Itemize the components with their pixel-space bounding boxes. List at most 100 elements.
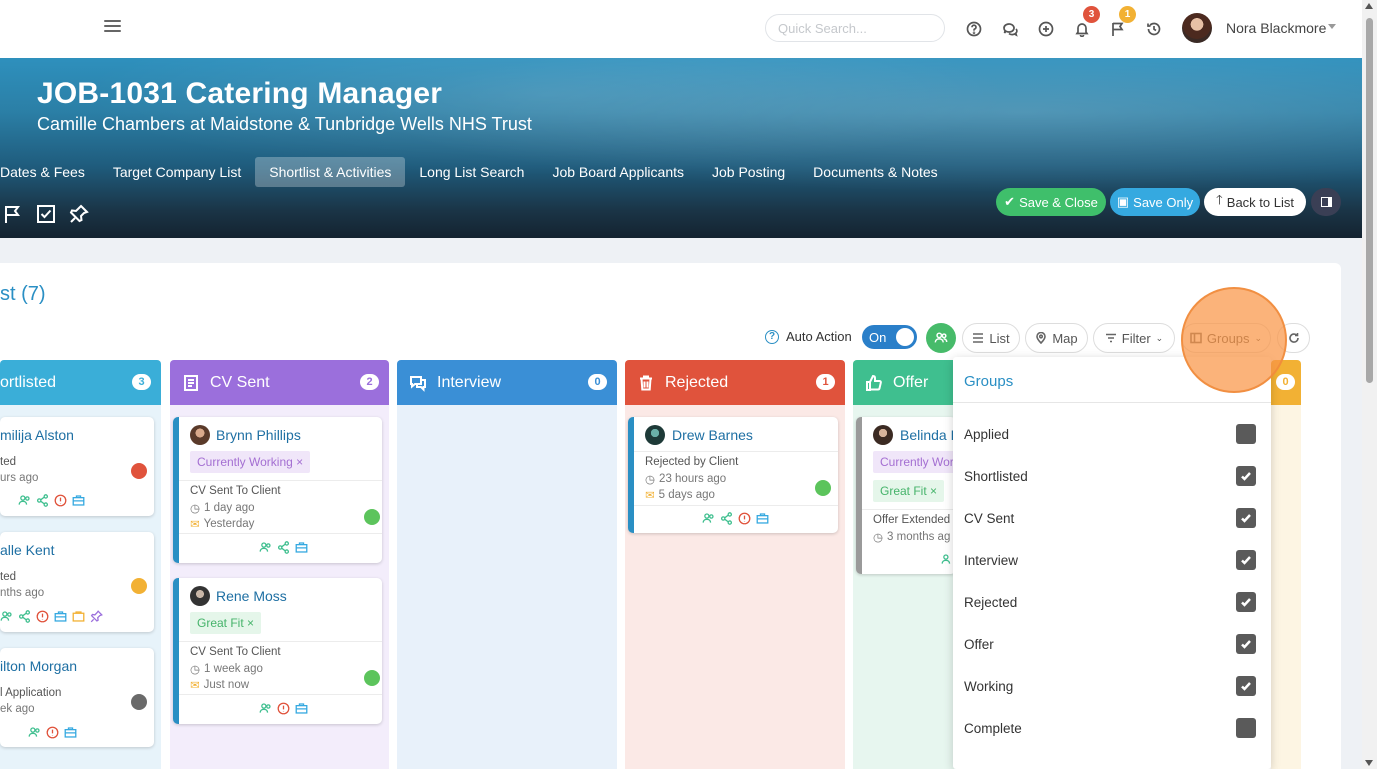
pin-icon[interactable] [90, 610, 103, 623]
group-checkbox[interactable] [1236, 634, 1256, 654]
refresh-button[interactable] [1277, 323, 1310, 353]
users-icon[interactable] [28, 726, 41, 739]
history-icon[interactable] [1145, 20, 1163, 38]
map-view-button[interactable]: Map [1025, 323, 1088, 353]
tag-chip[interactable]: Currently Working × [190, 451, 311, 473]
candidate-card[interactable]: Drew Barnes Rejected by Client ◷ 23 hours… [628, 417, 838, 533]
briefcase-icon[interactable] [54, 610, 67, 623]
candidate-name[interactable]: Brynn Phillips [216, 427, 301, 443]
column-header[interactable]: Offer [853, 360, 963, 405]
candidate-card[interactable]: Brynn Phillips Currently Working × CV Se… [173, 417, 382, 563]
column-header[interactable]: Interview 0 [397, 360, 617, 405]
group-item-cv-sent[interactable]: CV Sent [964, 508, 1256, 530]
column-header[interactable]: CV Sent 2 [170, 360, 389, 405]
share-icon[interactable] [720, 512, 733, 525]
close-icon[interactable]: × [247, 616, 254, 630]
chat-icon[interactable] [1001, 20, 1019, 38]
alert-icon[interactable] [277, 702, 290, 715]
group-checkbox[interactable] [1236, 718, 1256, 738]
briefcase-icon[interactable] [295, 702, 308, 715]
group-item-offer[interactable]: Offer [964, 634, 1256, 656]
save-close-button[interactable]: ✔ Save & Close [996, 188, 1106, 216]
tab-dates-fees[interactable]: Dates & Fees [0, 157, 99, 187]
user-name-menu[interactable]: Nora Blackmore [1226, 20, 1326, 36]
scrollbar-thumb[interactable] [1366, 18, 1373, 383]
filter-button[interactable]: Filter ⌄ [1093, 323, 1175, 353]
candidate-name[interactable]: Rene Moss [216, 588, 287, 604]
group-checkbox[interactable] [1236, 592, 1256, 612]
candidate-name[interactable]: Belinda F [900, 427, 956, 443]
list-view-button[interactable]: List [962, 323, 1020, 353]
alert-icon[interactable] [36, 610, 49, 623]
tag-chip[interactable]: Great Fit × [873, 480, 945, 502]
group-item-shortlisted[interactable]: Shortlisted [964, 466, 1256, 488]
candidate-name[interactable]: milija Alston [0, 427, 74, 443]
save-only-button[interactable]: ▣ Save Only [1110, 188, 1200, 216]
group-checkbox[interactable] [1236, 508, 1256, 528]
alert-icon[interactable] [54, 494, 67, 507]
candidate-card[interactable]: Belinda F Currently Wor Great Fit × Offe… [856, 417, 956, 574]
chevron-down-icon[interactable] [1328, 24, 1336, 29]
candidate-name[interactable]: alle Kent [0, 542, 54, 558]
users-icon[interactable] [0, 610, 13, 623]
pin-icon[interactable] [69, 204, 89, 224]
users-icon[interactable] [702, 512, 715, 525]
users-icon[interactable] [259, 541, 272, 554]
tab-job-posting[interactable]: Job Posting [698, 157, 799, 187]
users-icon[interactable] [259, 702, 272, 715]
briefcase-icon[interactable] [295, 541, 308, 554]
column-header[interactable]: Rejected 1 [625, 360, 845, 405]
candidate-card[interactable]: milija Alston ted urs ago [0, 417, 154, 516]
users-icon[interactable] [18, 494, 31, 507]
tab-target-company-list[interactable]: Target Company List [99, 157, 255, 187]
alert-icon[interactable] [738, 512, 751, 525]
tag-chip[interactable]: Great Fit × [190, 612, 262, 634]
auto-action-toggle[interactable]: On [862, 325, 917, 349]
group-item-interview[interactable]: Interview [964, 550, 1256, 572]
flag-icon[interactable]: 1 [1109, 6, 1136, 38]
group-checkbox[interactable] [1236, 424, 1256, 444]
user-avatar[interactable] [1182, 13, 1212, 43]
group-checkbox[interactable] [1236, 466, 1256, 486]
candidate-card[interactable]: alle Kent ted nths ago [0, 532, 154, 632]
quick-search-input[interactable] [765, 14, 945, 42]
checkbox-checked-icon[interactable] [36, 204, 56, 224]
share-icon[interactable] [36, 494, 49, 507]
tab-documents-notes[interactable]: Documents & Notes [799, 157, 952, 187]
candidate-card[interactable]: Rene Moss Great Fit × CV Sent To Client … [173, 578, 382, 724]
close-icon[interactable]: × [930, 484, 937, 498]
candidate-name[interactable]: ilton Morgan [0, 658, 77, 674]
hamburger-menu-icon[interactable] [104, 20, 121, 34]
briefcase-icon[interactable] [72, 494, 85, 507]
share-icon[interactable] [18, 610, 31, 623]
alert-icon[interactable] [46, 726, 59, 739]
share-icon[interactable] [277, 541, 290, 554]
page-scrollbar[interactable] [1362, 0, 1377, 769]
group-checkbox[interactable] [1236, 676, 1256, 696]
group-item-applied[interactable]: Applied [964, 424, 1256, 446]
tab-shortlist-activities[interactable]: Shortlist & Activities [255, 157, 406, 187]
column-header[interactable]: ortlisted 3 [0, 360, 161, 405]
tag-chip[interactable]: Currently Wor [873, 451, 956, 473]
help-circle-icon[interactable]: ? [765, 330, 779, 344]
tab-long-list-search[interactable]: Long List Search [405, 157, 538, 187]
group-checkbox[interactable] [1236, 550, 1256, 570]
candidate-card[interactable]: ilton Morgan l Application ek ago [0, 648, 154, 747]
column-header[interactable]: 0 [1271, 360, 1301, 405]
briefcase-icon[interactable] [756, 512, 769, 525]
candidates-button[interactable] [926, 323, 956, 353]
group-item-complete[interactable]: Complete [964, 718, 1256, 740]
help-icon[interactable] [965, 20, 983, 38]
scroll-down-arrow-icon[interactable] [1365, 760, 1373, 766]
notifications-bell-icon[interactable]: 3 [1073, 6, 1100, 38]
briefcase-icon[interactable] [64, 726, 77, 739]
candidate-name[interactable]: Drew Barnes [672, 427, 753, 443]
group-item-working[interactable]: Working [964, 676, 1256, 698]
scroll-up-arrow-icon[interactable] [1365, 3, 1373, 9]
group-item-rejected[interactable]: Rejected [964, 592, 1256, 614]
add-circle-icon[interactable] [1037, 20, 1055, 38]
toggle-sidebar-button[interactable] [1311, 188, 1341, 216]
flag-outline-icon[interactable] [3, 204, 23, 224]
close-icon[interactable]: × [296, 455, 303, 469]
groups-button[interactable]: Groups ⌄ [1181, 323, 1271, 353]
